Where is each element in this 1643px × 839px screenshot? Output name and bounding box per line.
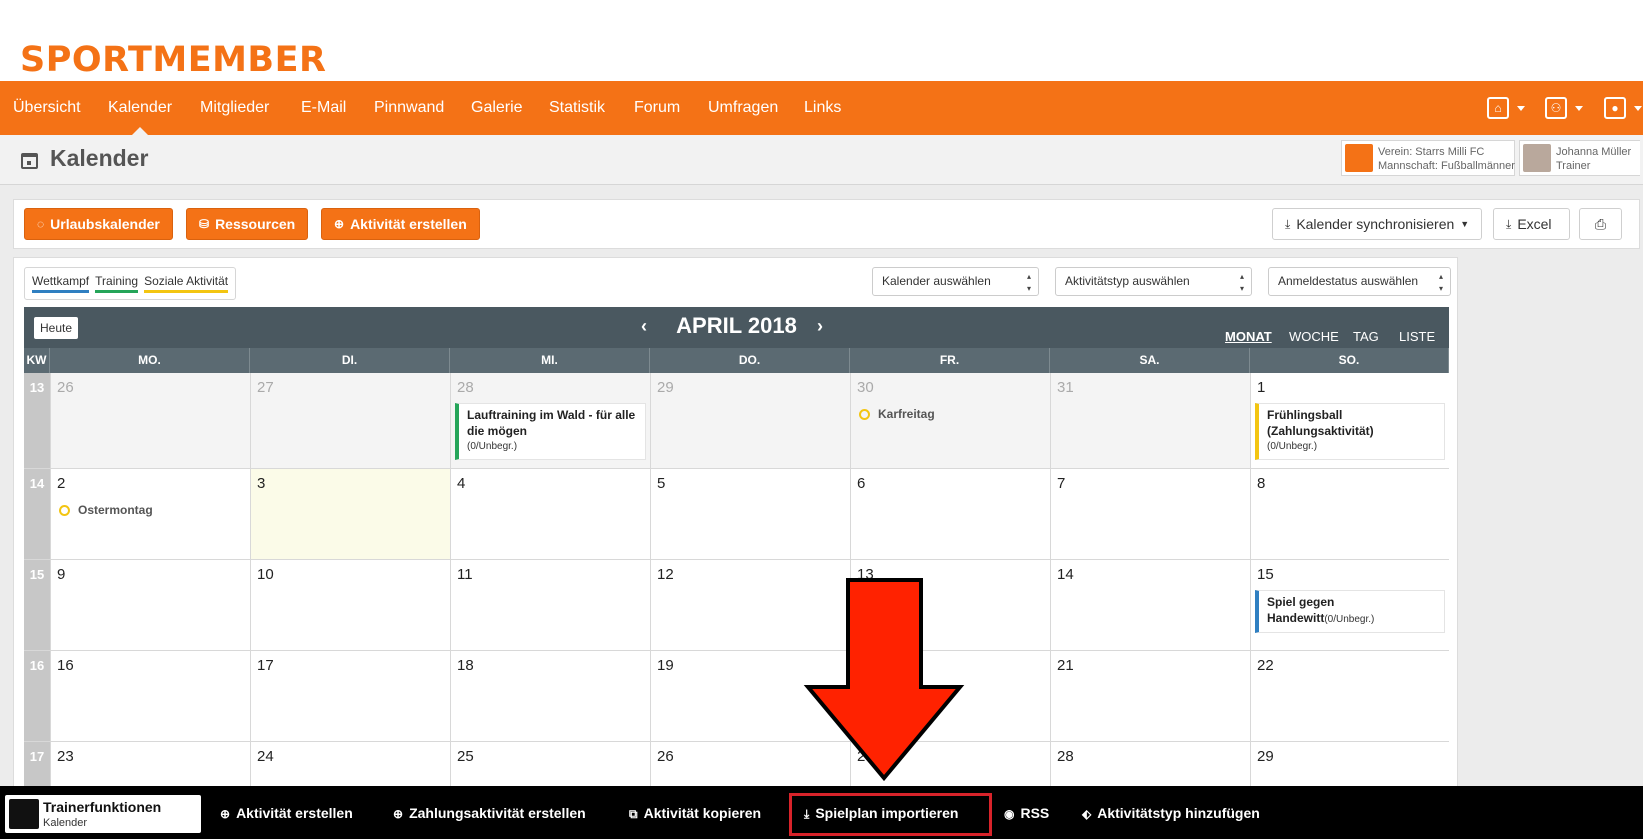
trainer-functions-title: Trainerfunktionen	[43, 799, 162, 815]
rss-icon: ◉	[1004, 807, 1015, 821]
copy-icon: ⧉	[629, 807, 638, 821]
footer-add-activity-type[interactable]: ⬖ Aktivitätstyp hinzufügen	[1082, 805, 1260, 821]
footer-rss[interactable]: ◉ RSS	[1004, 805, 1049, 821]
footer-create-payment-activity[interactable]: ⊕ Zahlungsaktivität erstellen	[393, 805, 586, 821]
footer-copy-activity[interactable]: ⧉ Aktivität kopieren	[629, 805, 761, 822]
trainer-footer: Trainerfunktionen Kalender ⊕ Aktivität er…	[0, 786, 1643, 839]
tag-icon: ⬖	[1082, 807, 1092, 821]
highlight-box	[789, 793, 992, 836]
trainer-functions-box[interactable]: Trainerfunktionen Kalender	[5, 795, 201, 833]
footer-create-activity[interactable]: ⊕ Aktivität erstellen	[220, 805, 353, 821]
arrow-annotation	[803, 578, 965, 782]
trainer-functions-subtitle: Kalender	[43, 817, 88, 829]
plus-circle-icon: ⊕	[393, 807, 404, 821]
trainer-icon	[9, 799, 39, 829]
plus-circle-icon: ⊕	[220, 807, 231, 821]
